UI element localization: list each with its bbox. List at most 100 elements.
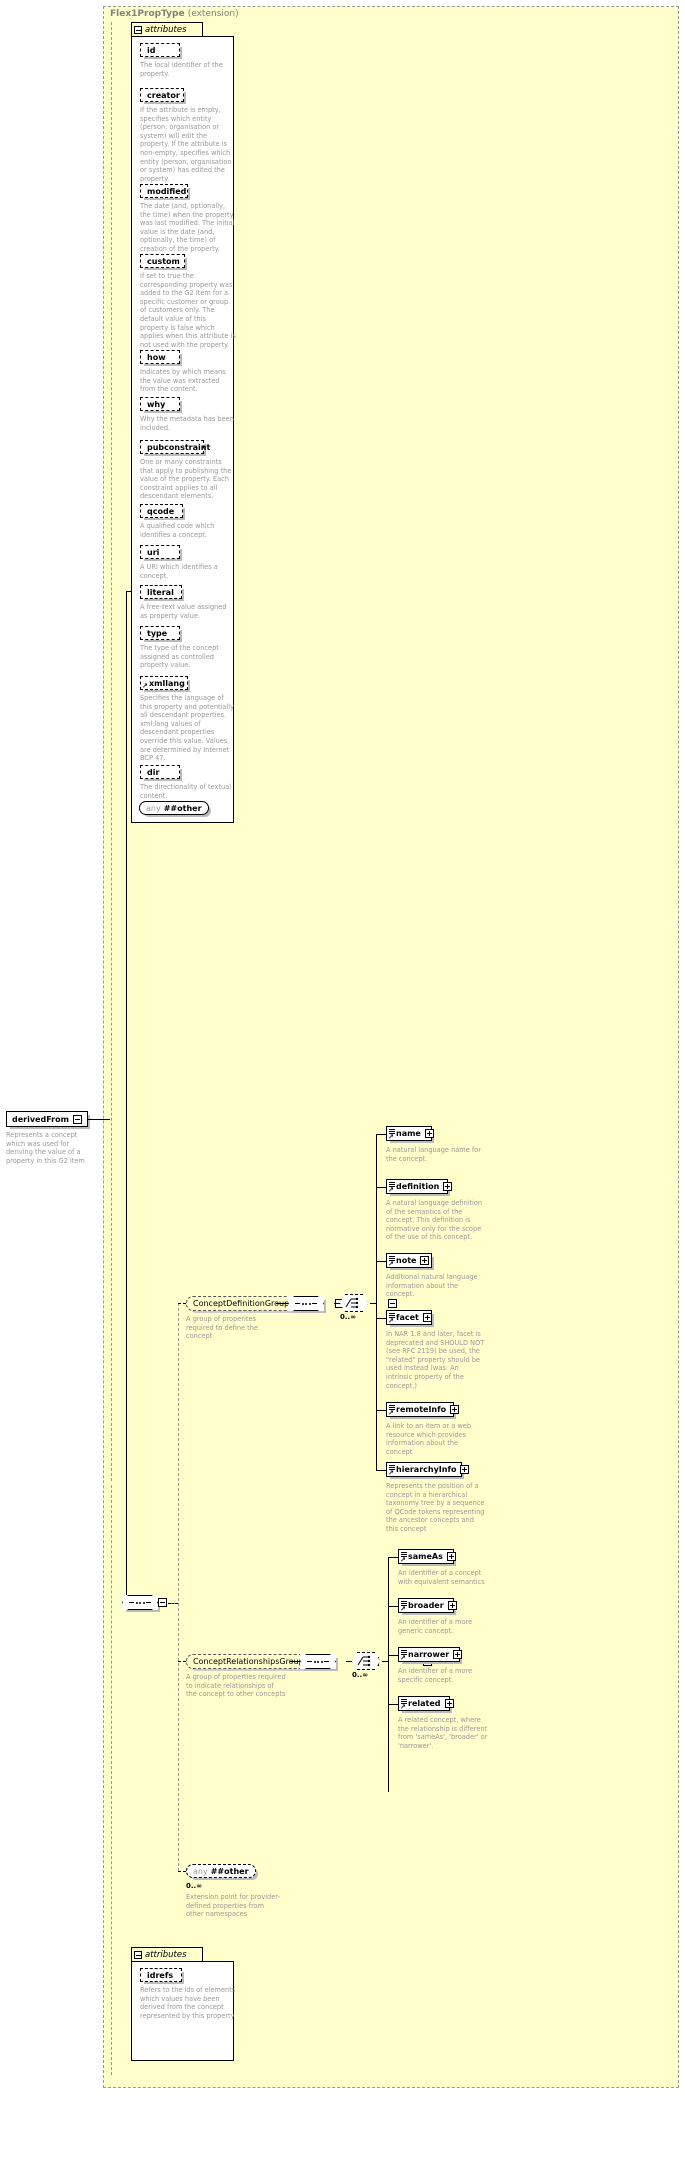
sequence-dots-icon [295, 1302, 317, 1305]
attribute-name: literal [147, 587, 174, 597]
connector-hierarchyInfo [376, 1470, 386, 1471]
attributes-header-1[interactable]: attributes [131, 22, 203, 37]
connector-cdg-to-seq [276, 1303, 288, 1304]
expand-plus-icon[interactable] [444, 1699, 454, 1708]
element-remoteInfo[interactable]: ↗ remoteInfo [386, 1402, 460, 1417]
element-facet-description: In NAR 1.8 and later, facet is deprecate… [386, 1330, 485, 1390]
connector-note [376, 1261, 386, 1262]
expand-plus-icon[interactable] [446, 1552, 456, 1561]
element-narrower[interactable]: ↗ narrower [398, 1647, 463, 1662]
collapse-minus-icon[interactable] [134, 1951, 142, 1959]
element-label: narrower [408, 1650, 450, 1659]
element-facet[interactable]: ↗ facet [386, 1310, 432, 1325]
element-name-description: A natural language name for the concept. [386, 1146, 481, 1163]
element-note-description: Additional natural language information … [386, 1273, 478, 1299]
attribute-xmllang[interactable]: ↗ xmllang [140, 676, 188, 690]
connector-narrower [388, 1655, 398, 1656]
element-label: sameAs [408, 1552, 443, 1561]
occurrence-cdg: 0..∞ [340, 1313, 357, 1321]
branch-stub-concept-definition-group [178, 1303, 186, 1304]
extension-bracket-top [126, 591, 132, 592]
attribute-name: custom [147, 256, 180, 266]
wildcard-namespace: ##other [210, 1866, 249, 1876]
attribute-dir[interactable]: dir [140, 765, 180, 779]
element-name[interactable]: ↗ name [386, 1126, 434, 1141]
wildcard-prefix: any [193, 1866, 208, 1876]
sequence-compositor-root[interactable] [122, 1595, 158, 1610]
element-broader[interactable]: ↗ broader [398, 1598, 457, 1613]
ref-arrow-icon: ↗ [388, 1468, 394, 1477]
connector-facet [376, 1318, 386, 1319]
choice-compositor-cdg[interactable] [340, 1294, 368, 1312]
element-label: name [396, 1129, 421, 1138]
attribute-idrefs-description: Refers to the ids of elements which valu… [140, 1986, 236, 2020]
attribute-qcode[interactable]: qcode [140, 504, 183, 518]
attribute-id[interactable]: id [140, 43, 180, 57]
sequence-collapse-icon[interactable] [158, 1598, 167, 1607]
expand-plus-icon[interactable] [447, 1601, 457, 1610]
ref-arrow-icon: ↗ [388, 1408, 394, 1417]
attribute-name: qcode [147, 506, 175, 516]
element-hierarchyInfo[interactable]: ↗ hierarchyInfo [386, 1462, 470, 1477]
element-note[interactable]: ↗ note [386, 1253, 432, 1268]
ref-arrow-icon: ↗ [142, 682, 148, 690]
attribute-pubconstraint[interactable]: pubconstraint [140, 440, 210, 454]
choice-cdg-collapse-icon[interactable] [388, 1299, 398, 1308]
attribute-how[interactable]: how [140, 350, 180, 364]
ref-arrow-icon: ↗ [400, 1702, 406, 1711]
element-derivedFrom[interactable]: derivedFrom [6, 1111, 88, 1127]
attribute-name: uri [147, 547, 160, 557]
attribute-literal-description: A free-text value assigned as property v… [140, 603, 227, 620]
sequence-dots-icon [307, 1660, 329, 1663]
element-label: facet [396, 1313, 419, 1322]
attribute-xmllang-description: Specifies the language of this property … [140, 694, 235, 763]
attribute-modified[interactable]: modified [140, 184, 188, 198]
attribute-name: why [147, 399, 166, 409]
attribute-type[interactable]: type [140, 626, 180, 640]
element-label: note [396, 1256, 417, 1265]
attribute-literal[interactable]: literal [140, 585, 182, 599]
element-label: definition [396, 1182, 440, 1191]
attribute-name: creator [147, 90, 180, 100]
collapse-minus-icon[interactable] [134, 26, 142, 34]
attribute-dir-description: The directionality of textual content. [140, 783, 232, 800]
expand-plus-icon[interactable] [422, 1313, 432, 1322]
element-sameAs[interactable]: ↗ sameAs [398, 1549, 456, 1564]
expand-plus-icon[interactable] [453, 1650, 463, 1659]
sequence-compositor-cdg[interactable] [288, 1296, 324, 1311]
connector-broader [388, 1606, 398, 1607]
attribute-name: modified [147, 186, 187, 196]
attributes-header-2[interactable]: attributes [131, 1947, 203, 1962]
attribute-idrefs[interactable]: idrefs [140, 1968, 182, 1982]
expand-plus-icon[interactable] [420, 1256, 430, 1265]
content-wildcard-any-other[interactable]: any ##other [186, 1864, 256, 1878]
attribute-name: xmllang [149, 678, 185, 688]
element-definition[interactable]: ↗ definition [386, 1179, 453, 1194]
occurrence-crg: 0..∞ [352, 1671, 369, 1679]
attribute-why[interactable]: why [140, 397, 180, 411]
ref-arrow-icon: ↗ [388, 1316, 394, 1325]
attribute-uri-description: A URI which identifies a concept. [140, 563, 218, 580]
expand-plus-icon[interactable] [424, 1129, 434, 1138]
root-branch-rail [178, 1303, 179, 1871]
wildcard-prefix: any [146, 803, 161, 813]
attribute-wildcard-any-other[interactable]: any ##other [139, 801, 209, 815]
attribute-custom[interactable]: custom [140, 254, 185, 268]
ref-arrow-icon: ↗ [388, 1132, 394, 1141]
ref-arrow-icon: ↗ [400, 1555, 406, 1564]
attribute-uri[interactable]: uri [140, 545, 180, 559]
expand-plus-icon[interactable] [460, 1465, 470, 1474]
element-definition-description: A natural language definition of the sem… [386, 1199, 483, 1242]
element-label: related [408, 1699, 441, 1708]
element-related[interactable]: ↗ related [398, 1696, 454, 1711]
attribute-creator[interactable]: creator [140, 88, 184, 102]
expand-plus-icon[interactable] [443, 1182, 453, 1191]
choice-compositor-crg[interactable] [352, 1652, 380, 1670]
group-label: ConceptRelationshipsGroup [193, 1657, 304, 1666]
element-name: derivedFrom [12, 1114, 69, 1124]
sequence-compositor-crg[interactable] [300, 1654, 336, 1669]
attribute-custom-description: If set to true the corresponding propert… [140, 272, 236, 349]
collapse-minus-icon[interactable] [72, 1114, 82, 1124]
attribute-name: pubconstraint [147, 442, 211, 452]
expand-plus-icon[interactable] [450, 1405, 460, 1414]
